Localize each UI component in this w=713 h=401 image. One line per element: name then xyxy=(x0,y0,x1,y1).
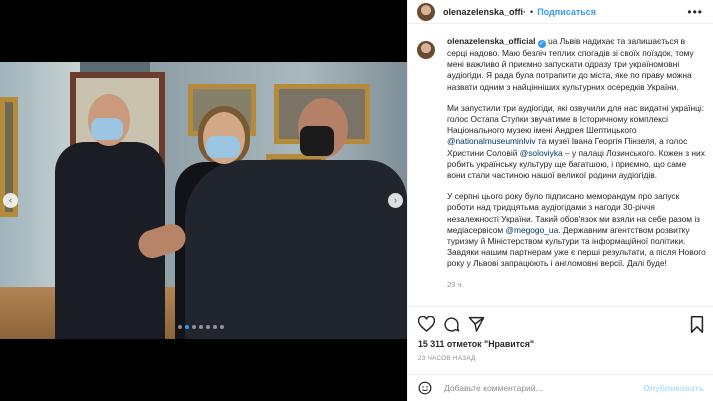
instagram-post-view: ‹ › olenazelenska_offi· • Подписаться ••… xyxy=(0,0,713,401)
caption-area: olenazelenska_official ✓ ua Львів надиха… xyxy=(408,36,713,304)
caption-username[interactable]: olenazelenska_official xyxy=(447,36,535,46)
carousel-dot xyxy=(220,325,224,329)
carousel-dot xyxy=(185,325,189,329)
carousel-indicator xyxy=(178,325,224,329)
carousel-dot xyxy=(199,325,203,329)
carousel-dot xyxy=(213,325,217,329)
publish-comment-button[interactable]: Опубликовать xyxy=(643,383,704,393)
chevron-left-icon: ‹ xyxy=(9,195,12,205)
likes-count[interactable]: 15 311 отметок "Нравится" xyxy=(418,339,534,349)
post-header: olenazelenska_offi· • Подписаться ••• xyxy=(408,0,713,24)
header-username[interactable]: olenazelenska_offi· xyxy=(443,7,526,17)
follow-button[interactable]: Подписаться xyxy=(537,7,596,17)
add-comment-bar: Опубликовать xyxy=(408,374,713,401)
more-options-icon[interactable]: ••• xyxy=(687,5,703,19)
mention-link[interactable]: @nationalmuseuminlviv xyxy=(447,136,536,146)
post-photo-panel: ‹ › xyxy=(0,0,407,401)
face-mask xyxy=(91,118,123,140)
bookmark-icon[interactable] xyxy=(690,316,704,333)
carousel-prev-button[interactable]: ‹ xyxy=(3,193,18,208)
caption-row: olenazelenska_official ✓ ua Львів надиха… xyxy=(417,36,706,280)
verified-badge-icon: ✓ xyxy=(537,40,546,48)
caption-text: olenazelenska_official ✓ ua Львів надиха… xyxy=(447,36,706,280)
face-mask xyxy=(206,136,240,158)
chevron-right-icon: › xyxy=(394,195,397,205)
carousel-dot xyxy=(178,325,182,329)
caption-paragraph-2: Ми запустили три аудіогіди, які озвучили… xyxy=(447,103,706,181)
mention-link[interactable]: @megogo_ua xyxy=(505,225,558,235)
post-side-panel: olenazelenska_offi· • Подписаться ••• ol… xyxy=(407,0,713,401)
caption-paragraph-3: У серпні цього року було підписано мемор… xyxy=(447,191,706,269)
person-right xyxy=(185,160,407,339)
heart-icon[interactable] xyxy=(418,316,435,332)
carousel-next-button[interactable]: › xyxy=(388,193,403,208)
emoji-icon[interactable] xyxy=(418,381,432,395)
share-icon[interactable] xyxy=(468,316,485,332)
mention-link[interactable]: @soloviyka xyxy=(520,148,563,158)
post-age[interactable]: 23 ЧАСОВ НАЗАД xyxy=(418,355,476,362)
carousel-dot xyxy=(192,325,196,329)
comment-icon[interactable] xyxy=(443,316,460,333)
caption-text-span: Ми запустили три аудіогіди, які озвучили… xyxy=(447,102,705,136)
avatar[interactable] xyxy=(417,41,435,59)
caption-timestamp: 23 ч. xyxy=(447,279,464,289)
post-photo[interactable] xyxy=(0,62,407,339)
comment-input[interactable] xyxy=(444,383,644,393)
avatar[interactable] xyxy=(417,2,435,21)
separator-dot: • xyxy=(530,6,534,17)
face-mask xyxy=(300,126,334,156)
caption-paragraph-1: olenazelenska_official ✓ ua Львів надиха… xyxy=(447,36,706,93)
carousel-dot xyxy=(206,325,210,329)
